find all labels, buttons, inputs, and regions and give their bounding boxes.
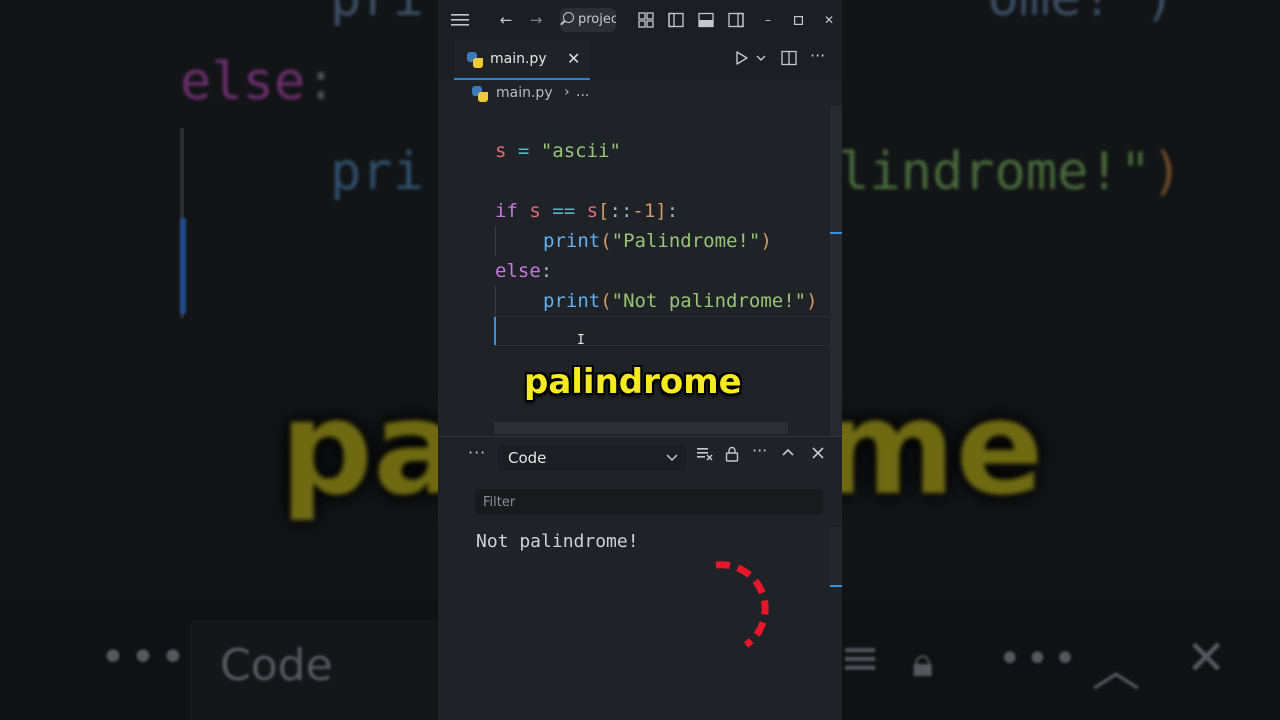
code-line-1: s = "ascii" — [495, 140, 621, 162]
panel-scrollbar[interactable] — [830, 527, 842, 587]
title-bar: ← → projec – ✕ — [438, 0, 842, 40]
toggle-panel-icon[interactable] — [694, 8, 718, 32]
tab-label: main.py — [490, 51, 547, 67]
panel-scroll-marker — [830, 585, 842, 587]
chevron-right-icon: › — [564, 84, 570, 100]
bg-code-print: pri — [330, 142, 424, 202]
close-tab-icon[interactable]: ✕ — [567, 49, 580, 68]
output-panel: ··· Code ··· Not palind — [438, 436, 842, 720]
bg-code-palindrome: lindrome!") — [838, 142, 1183, 202]
bg-code-label: Code — [220, 640, 333, 691]
breadcrumb-more[interactable]: ... — [576, 84, 589, 100]
split-editor-icon[interactable] — [781, 50, 797, 70]
forward-arrow-icon[interactable]: → — [524, 8, 548, 32]
customize-layout-icon[interactable] — [634, 8, 658, 32]
output-channel-label: Code — [508, 449, 547, 467]
indent-guide — [495, 226, 496, 256]
mouse-ibeam-icon: I — [577, 333, 585, 348]
scrollbar-cursor-marker — [830, 232, 842, 234]
minimize-icon[interactable]: – — [756, 8, 780, 32]
output-channel-select[interactable]: Code — [498, 445, 686, 471]
python-file-icon — [467, 52, 483, 68]
code-line-5: else: — [495, 260, 553, 282]
close-window-icon[interactable]: ✕ — [817, 8, 841, 32]
panel-actions-more-icon[interactable]: ··· — [752, 441, 767, 460]
maximize-icon[interactable] — [786, 8, 810, 32]
editor-window: ← → projec – ✕ main.py ✕ ··· main.py › .… — [438, 0, 842, 720]
run-icon[interactable] — [735, 50, 749, 70]
python-file-icon — [472, 86, 488, 102]
bg-code-else: else: — [180, 52, 337, 112]
chevron-down-icon — [666, 447, 678, 471]
current-line-highlight — [494, 316, 830, 346]
toggle-secondary-sidebar-icon[interactable] — [724, 8, 748, 32]
tab-main-py[interactable]: main.py ✕ — [454, 40, 590, 80]
tab-bar: main.py ✕ ··· — [438, 40, 842, 80]
video-caption: palindrome — [524, 362, 742, 402]
back-arrow-icon[interactable]: ← — [494, 8, 518, 32]
code-line-3: if s == s[::-1]: — [495, 200, 679, 222]
panel-header: ··· Code ··· — [438, 437, 842, 477]
code-line-6: print("Not palindrome!") — [543, 290, 818, 312]
run-dropdown-chevron-icon[interactable] — [756, 52, 766, 65]
more-actions-icon[interactable]: ··· — [810, 46, 825, 65]
clear-output-icon[interactable] — [696, 446, 714, 466]
filter-field[interactable] — [475, 489, 823, 515]
command-center-search[interactable]: projec — [560, 8, 616, 32]
lock-icon[interactable] — [725, 446, 739, 466]
close-panel-icon[interactable] — [811, 446, 825, 464]
filter-input[interactable] — [475, 489, 823, 515]
editor-vertical-scrollbar[interactable] — [830, 106, 842, 436]
indent-guide — [495, 286, 496, 316]
panel-more-icon[interactable]: ··· — [468, 443, 486, 462]
text-cursor — [494, 317, 496, 345]
bg-caption-left: pa — [280, 372, 461, 524]
bg-dots: ••• — [100, 632, 190, 683]
maximize-panel-chevron-up-icon[interactable] — [781, 446, 795, 464]
code-line-4: print("Palindrome!") — [543, 230, 772, 252]
editor-horizontal-scrollbar[interactable] — [494, 422, 788, 434]
program-output: Not palindrome! — [476, 531, 639, 552]
search-icon — [563, 12, 574, 23]
search-text: projec — [578, 12, 616, 27]
breadcrumb-file[interactable]: main.py — [496, 85, 553, 101]
bg-caption-right: me — [820, 372, 1044, 524]
menu-icon[interactable] — [448, 8, 472, 32]
loading-spinner-icon — [715, 561, 769, 648]
toggle-primary-sidebar-icon[interactable] — [664, 8, 688, 32]
